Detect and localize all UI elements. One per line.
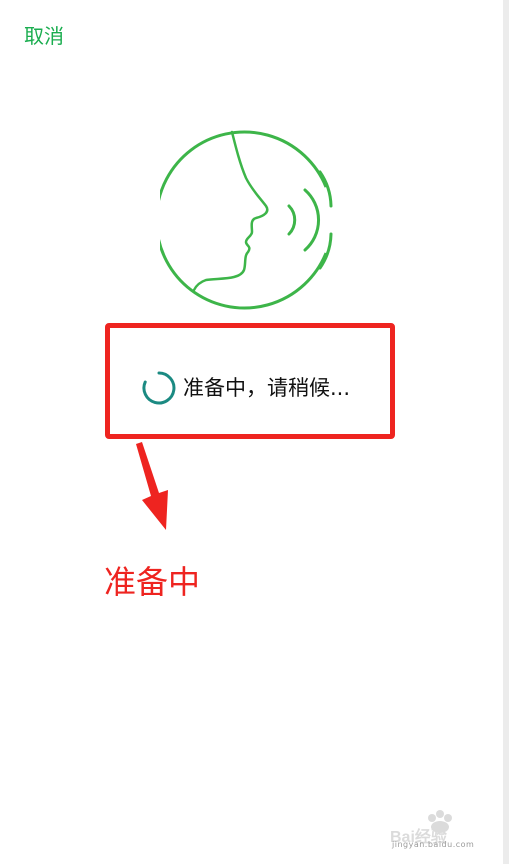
right-edge-strip	[503, 0, 509, 864]
annotation-label: 准备中	[104, 563, 201, 601]
face-speaking-icon	[160, 130, 333, 310]
arrow-down-icon	[136, 442, 168, 530]
watermark-url: jingyan.baidu.com	[392, 840, 475, 849]
cancel-button[interactable]: 取消	[24, 22, 64, 50]
loading-spinner-icon	[142, 371, 176, 405]
status-text: 准备中，请稍候...	[183, 376, 351, 400]
